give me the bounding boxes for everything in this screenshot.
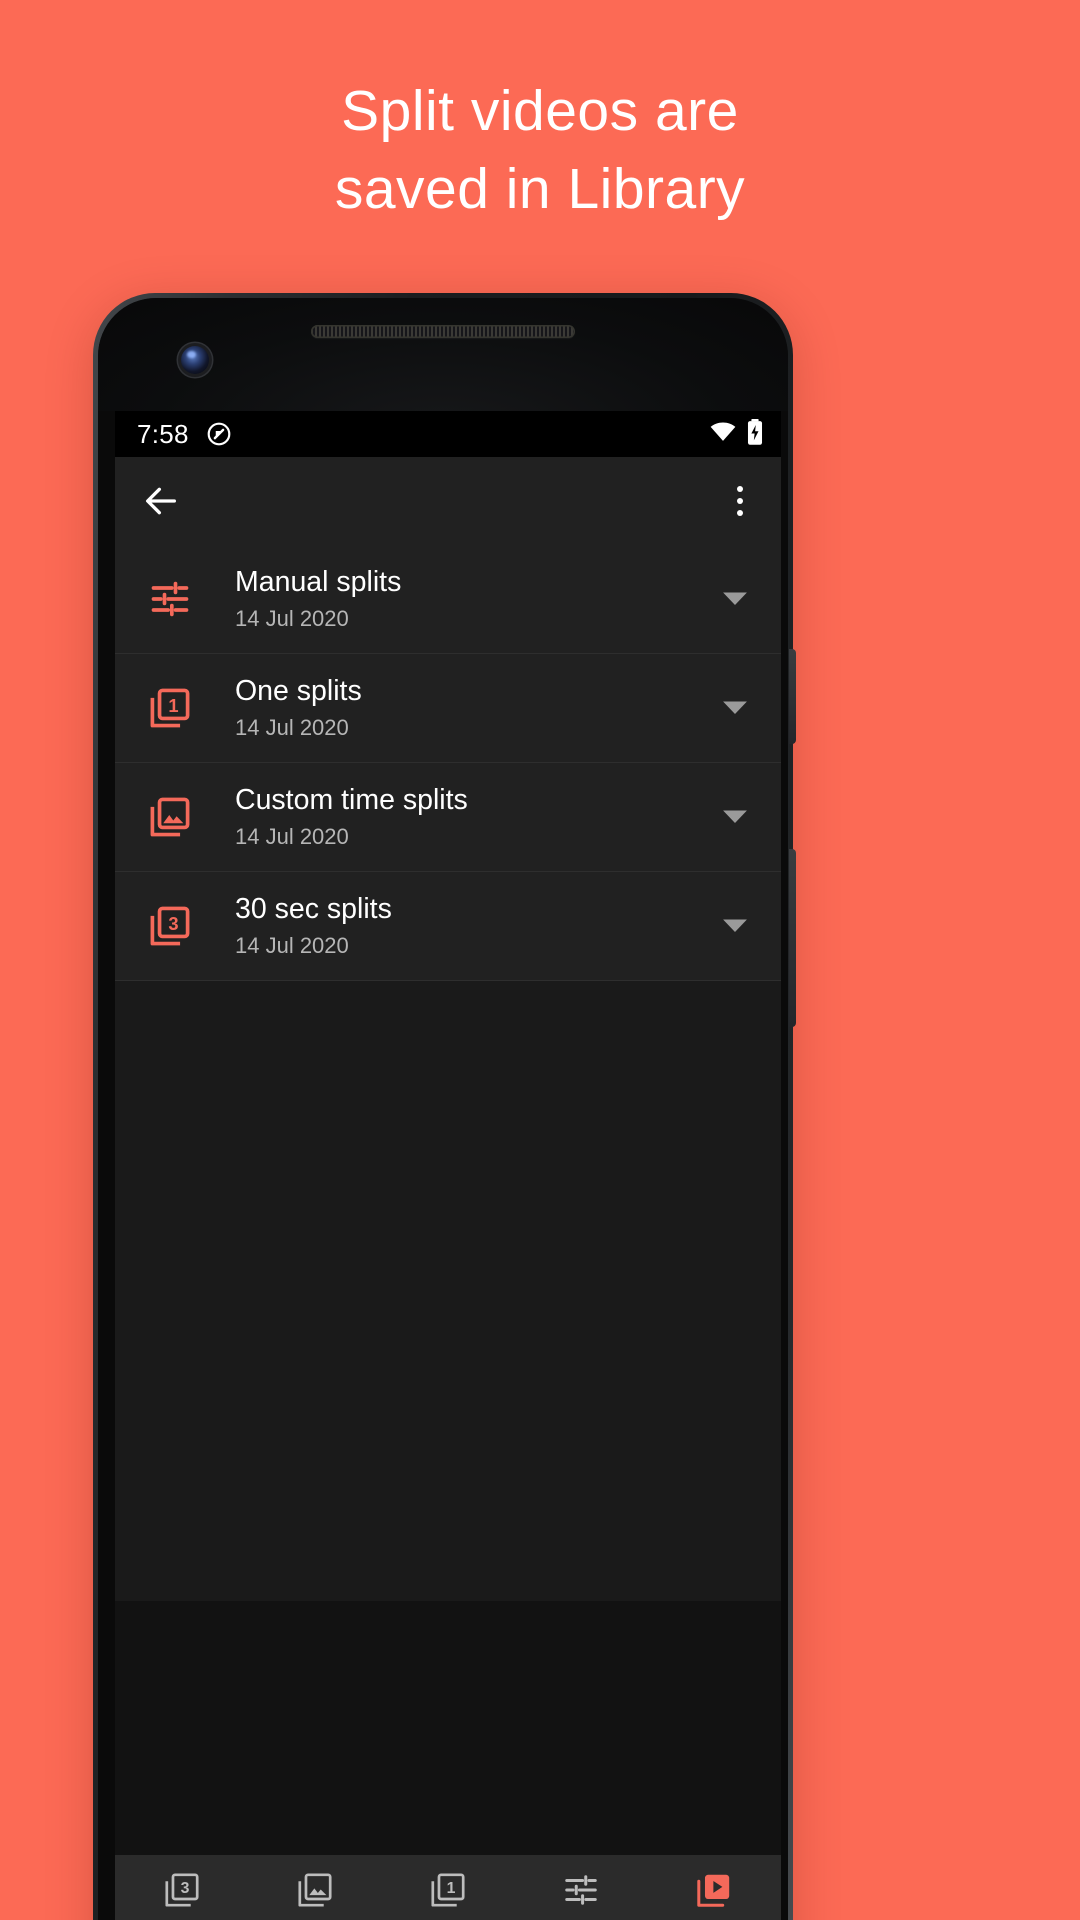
chevron-down-icon[interactable]: [715, 917, 755, 935]
wifi-icon: [710, 421, 736, 447]
battery-charging-icon: [747, 418, 763, 450]
table-row[interactable]: 1 One splits 14 Jul 2020: [115, 654, 781, 763]
phone-mockup: 7:58 Manual splits 14 Jul 2020 1 One spl…: [93, 293, 796, 1920]
tune-icon: [562, 1871, 600, 1914]
status-bar: 7:58: [115, 411, 781, 457]
tab-custom[interactable]: Custom: [248, 1871, 381, 1920]
filter-3-icon: 3: [145, 904, 195, 948]
video-library-icon: [695, 1871, 733, 1914]
svg-text:1: 1: [168, 695, 178, 716]
row-title: Custom time splits: [235, 784, 468, 817]
status-time: 7:58: [137, 418, 189, 449]
library-list: Manual splits 14 Jul 2020 1 One splits 1…: [115, 545, 781, 981]
headline-line-2: saved in Library: [334, 157, 746, 222]
phone-top-bezel: [98, 298, 788, 411]
row-title: Manual splits: [235, 566, 402, 599]
filter-1-icon: 1: [145, 686, 195, 730]
front-camera: [181, 346, 209, 374]
volume-button[interactable]: [789, 849, 796, 1027]
row-date: 14 Jul 2020: [235, 824, 349, 850]
chevron-down-icon[interactable]: [715, 808, 755, 826]
svg-text:3: 3: [168, 913, 178, 934]
filter-3-icon: 3: [163, 1871, 201, 1914]
chevron-down-icon[interactable]: [715, 590, 755, 608]
row-title: 30 sec splits: [235, 893, 392, 926]
tab-library[interactable]: Library: [648, 1871, 781, 1920]
headline-line-1: Split videos are: [341, 79, 739, 143]
filter-1-icon: 1: [429, 1871, 467, 1914]
empty-list-area: [115, 981, 781, 1601]
phone-screen: 7:58 Manual splits 14 Jul 2020 1 One spl…: [115, 411, 781, 1920]
chevron-down-icon[interactable]: [715, 699, 755, 717]
power-button[interactable]: [789, 649, 796, 744]
table-row[interactable]: 3 30 sec splits 14 Jul 2020: [115, 872, 781, 981]
table-row[interactable]: Manual splits 14 Jul 2020: [115, 545, 781, 654]
row-date: 14 Jul 2020: [235, 606, 349, 632]
bottom-navigation: 3 30s Cust: [115, 1855, 781, 1920]
row-title: One splits: [235, 675, 362, 708]
tab-manual[interactable]: Manual: [515, 1871, 648, 1920]
tune-icon: [145, 577, 195, 621]
promo-headline: Split videos are saved in Library: [0, 72, 1080, 228]
photo-library-icon: [145, 795, 195, 839]
arrow-back-icon[interactable]: [141, 481, 181, 521]
svg-text:1: 1: [447, 1880, 456, 1897]
svg-text:3: 3: [180, 1880, 189, 1897]
tab-one[interactable]: 1 One: [381, 1871, 514, 1920]
do-not-disturb-icon: [206, 421, 232, 447]
tab-30s[interactable]: 3 30s: [115, 1871, 248, 1920]
photo-library-icon: [296, 1871, 334, 1914]
row-date: 14 Jul 2020: [235, 933, 349, 959]
earpiece-speaker: [311, 325, 575, 338]
table-row[interactable]: Custom time splits 14 Jul 2020: [115, 763, 781, 872]
app-bar: [115, 457, 781, 545]
row-date: 14 Jul 2020: [235, 715, 349, 741]
more-vert-icon[interactable]: [725, 483, 755, 519]
